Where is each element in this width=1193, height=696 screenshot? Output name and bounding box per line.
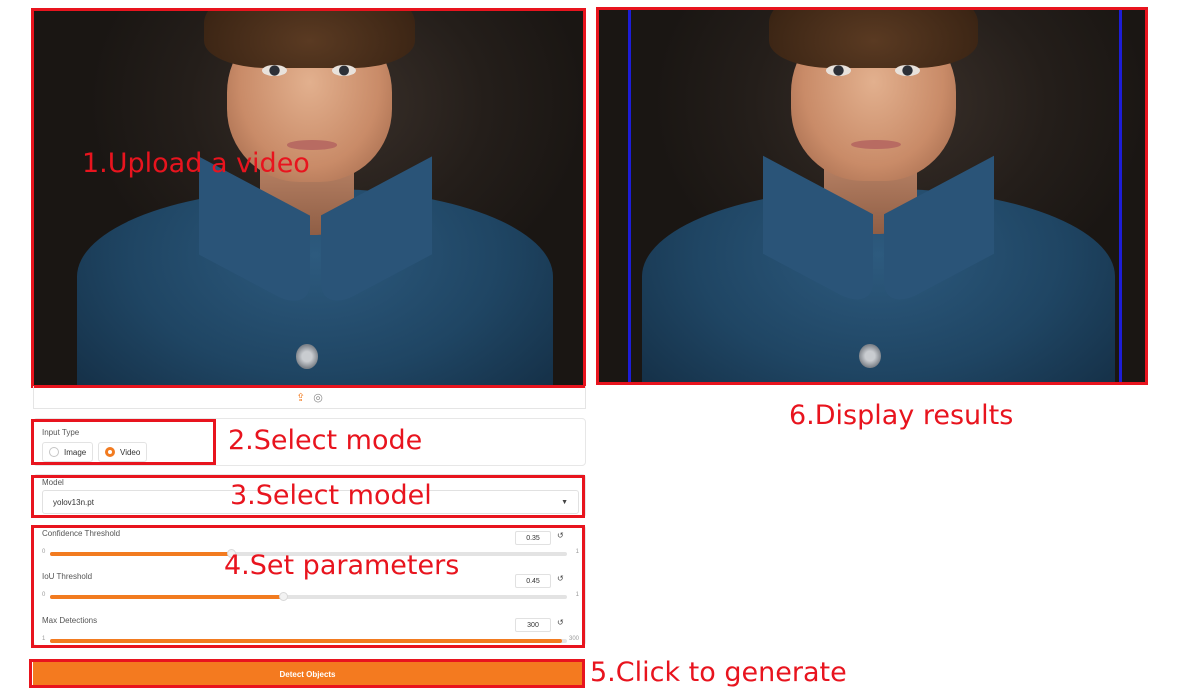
annotation-params: 4.Set parameters (224, 550, 460, 581)
output-video-player[interactable] (598, 8, 1148, 385)
detection-box-left-edge (628, 10, 631, 383)
input-type-label: Input Type (42, 428, 80, 437)
iou-slider-fill (50, 595, 283, 599)
iou-max: 1 (575, 592, 579, 598)
iou-slider[interactable] (50, 592, 567, 601)
input-video-player[interactable] (33, 8, 586, 386)
radio-video[interactable]: Video (98, 442, 148, 462)
iou-slider-handle[interactable] (278, 592, 288, 601)
confidence-min: 0 (42, 549, 46, 555)
chevron-down-icon[interactable]: ▼ (561, 499, 568, 506)
reset-icon[interactable]: ↺ (557, 531, 567, 540)
detect-objects-button[interactable]: Detect Objects (33, 662, 582, 686)
model-select-value: yolov13n.pt (53, 497, 94, 507)
reset-icon[interactable]: ↺ (557, 574, 567, 583)
iou-label: IoU Threshold (42, 572, 93, 581)
radio-video-label: Video (120, 447, 141, 457)
reset-icon[interactable]: ↺ (557, 618, 567, 627)
max-detections-input[interactable]: 300 (515, 618, 551, 632)
annotation-upload: 1.Upload a video (82, 148, 310, 179)
max-detections-label: Max Detections (42, 616, 98, 625)
annotation-generate: 5.Click to generate (590, 657, 847, 688)
confidence-input[interactable]: 0.35 (515, 531, 551, 545)
input-source-bar: ⇪ ◎ (33, 386, 586, 409)
model-label: Model (42, 478, 64, 487)
iou-min: 0 (42, 592, 46, 598)
webcam-icon[interactable]: ◎ (313, 391, 323, 404)
confidence-label: Confidence Threshold (42, 529, 121, 538)
max-detections-slider[interactable] (50, 639, 567, 643)
parameters-card: Confidence Threshold 0.35 ↺ 0 1 IoU Thre… (33, 525, 586, 646)
annotation-model: 3.Select model (230, 480, 432, 511)
annotation-display: 6.Display results (789, 400, 1014, 431)
result-frame (598, 8, 1148, 385)
detection-box-right-edge (1119, 10, 1122, 383)
annotation-mode: 2.Select mode (228, 425, 423, 456)
video-frame (33, 8, 586, 386)
radio-image-dot[interactable] (49, 447, 59, 457)
confidence-slider-fill (50, 552, 231, 556)
radio-video-dot[interactable] (105, 447, 115, 457)
confidence-max: 1 (575, 549, 579, 555)
iou-input[interactable]: 0.45 (515, 574, 551, 588)
max-detections-slider-fill (50, 639, 562, 643)
max-detections-min: 1 (42, 636, 46, 642)
max-detections-max: 300 (568, 636, 579, 642)
max-detections-param: Max Detections 300 ↺ 1 300 (34, 615, 587, 655)
upload-icon[interactable]: ⇪ (296, 391, 305, 404)
radio-image[interactable]: Image (42, 442, 94, 462)
radio-image-label: Image (64, 447, 87, 457)
